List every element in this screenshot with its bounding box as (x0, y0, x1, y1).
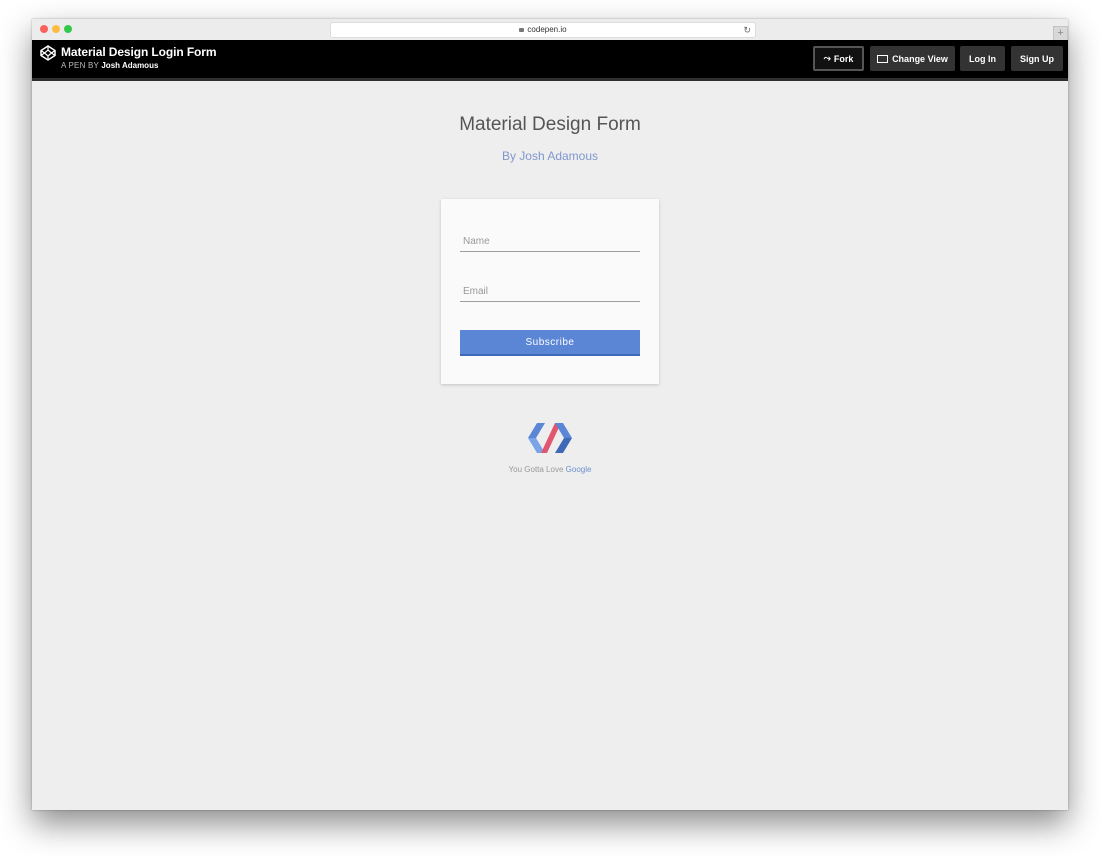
pen-byline: A PEN BY Josh Adamous (61, 61, 158, 70)
page-title: Material Design Form (459, 114, 641, 135)
byline-author-link[interactable]: Josh Adamous (101, 61, 158, 70)
log-in-button-label: Log In (969, 53, 996, 64)
footer-text: You Gotta Love (508, 465, 564, 474)
footer-note: You Gotta Love Google (32, 465, 1068, 474)
polymer-logo-icon (528, 423, 572, 453)
layout-icon (877, 54, 889, 63)
byline-prefix: A PEN BY (61, 61, 99, 70)
subscribe-button[interactable]: Subscribe (460, 330, 640, 356)
sign-up-button[interactable]: Sign Up (1011, 46, 1063, 71)
codepen-logo-icon[interactable] (40, 45, 56, 61)
reload-icon[interactable]: ↻ (743, 23, 751, 37)
fork-icon: ⤳ (823, 53, 831, 63)
maximize-window-button[interactable] (64, 25, 72, 33)
browser-window: codepen.io ↻ + Material Design Login For… (32, 19, 1068, 810)
codepen-header: Material Design Login Form A PEN BY Josh… (32, 40, 1068, 81)
pen-preview: Material Design Form By Josh Adamous Sub… (32, 81, 1068, 810)
browser-titlebar: codepen.io ↻ + (32, 19, 1068, 41)
minimize-window-button[interactable] (52, 25, 60, 33)
name-input[interactable] (460, 232, 640, 252)
address-bar-url: codepen.io (527, 25, 567, 34)
pen-title: Material Design Login Form (61, 45, 217, 59)
change-view-button-label: Change View (892, 53, 948, 64)
fork-button-label: Fork (833, 53, 854, 64)
log-in-button[interactable]: Log In (960, 46, 1005, 71)
form-card: Subscribe (441, 199, 659, 384)
google-link[interactable]: Google (566, 465, 592, 474)
sign-up-button-label: Sign Up (1020, 53, 1054, 64)
address-bar[interactable]: codepen.io ↻ (330, 22, 756, 38)
page-subtitle: By Josh Adamous (501, 149, 599, 163)
close-window-button[interactable] (40, 25, 48, 33)
email-input[interactable] (460, 282, 640, 302)
change-view-button[interactable]: Change View (870, 46, 955, 71)
new-tab-button[interactable]: + (1053, 26, 1068, 41)
lock-icon (519, 28, 525, 32)
fork-button[interactable]: ⤳ Fork (813, 46, 864, 71)
